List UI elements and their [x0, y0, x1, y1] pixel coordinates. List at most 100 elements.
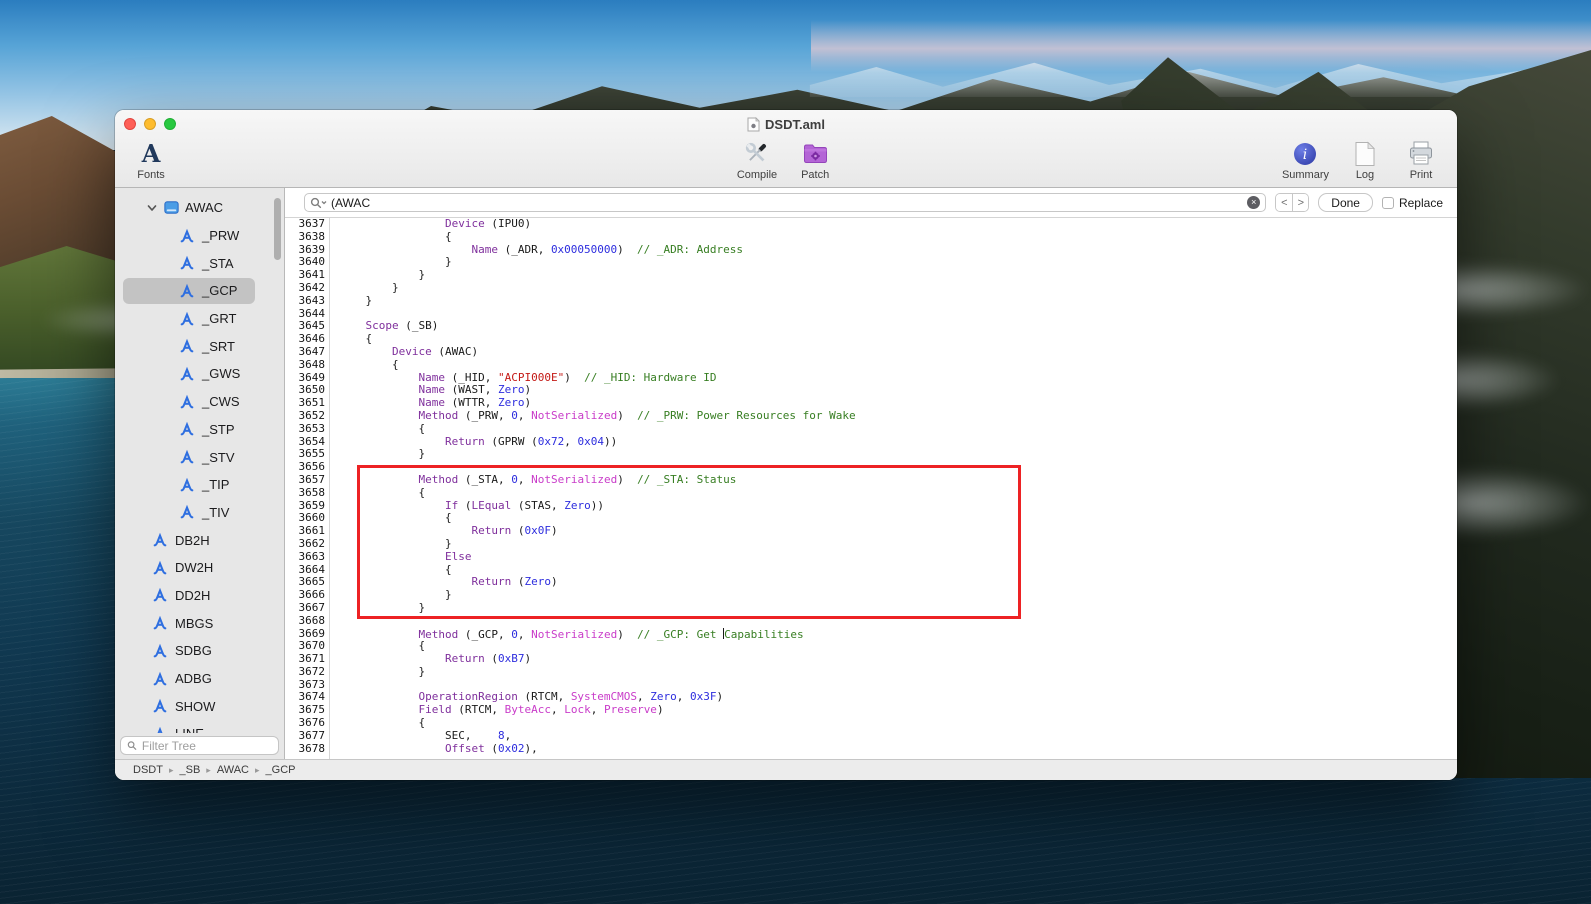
- code-line-3654[interactable]: Return (GPRW (0x72, 0x04)): [339, 436, 1457, 449]
- chevron-down-icon[interactable]: [146, 202, 158, 214]
- code-line-3672[interactable]: }: [339, 666, 1457, 679]
- tree-item-_SRT[interactable]: _SRT: [115, 332, 284, 360]
- code-line-3642[interactable]: }: [339, 282, 1457, 295]
- tree-item-LINE[interactable]: LINE: [115, 720, 284, 733]
- tree-item-_PRW[interactable]: _PRW: [115, 222, 284, 250]
- code-line-3662[interactable]: }: [339, 538, 1457, 551]
- print-icon: [1408, 141, 1434, 166]
- code-line-3655[interactable]: }: [339, 448, 1457, 461]
- patch-button[interactable]: Patch: [795, 139, 835, 181]
- breadcrumb-separator-icon: ▸: [206, 765, 211, 776]
- tree-item-DB2H[interactable]: DB2H: [115, 526, 284, 554]
- log-button[interactable]: Log: [1345, 139, 1385, 181]
- tree-item-_STA[interactable]: _STA: [115, 249, 284, 277]
- code-line-3669[interactable]: Method (_GCP, 0, NotSerialized) // _GCP:…: [339, 628, 1457, 641]
- method-icon: [179, 283, 195, 299]
- search-icon[interactable]: [310, 197, 327, 209]
- tree-item-DW2H[interactable]: DW2H: [115, 554, 284, 582]
- code-line-3640[interactable]: }: [339, 256, 1457, 269]
- find-previous-button[interactable]: <: [1276, 194, 1292, 211]
- method-icon: [179, 255, 195, 271]
- line-number: 3672: [285, 666, 329, 679]
- document-icon: [747, 117, 760, 132]
- method-icon: [179, 504, 195, 520]
- code-lines[interactable]: Device (IPU0) { Name (_ADR, 0x00050000) …: [330, 218, 1457, 759]
- tree-item-DD2H[interactable]: DD2H: [115, 582, 284, 610]
- code-line-3663[interactable]: Else: [339, 551, 1457, 564]
- code-line-3657[interactable]: Method (_STA, 0, NotSerialized) // _STA:…: [339, 474, 1457, 487]
- breadcrumb-item-AWAC[interactable]: AWAC: [217, 764, 249, 776]
- tree-item-_GCP[interactable]: _GCP: [115, 277, 284, 305]
- code-line-3647[interactable]: Device (AWAC): [339, 346, 1457, 359]
- tree-item-_GRT[interactable]: _GRT: [115, 305, 284, 333]
- code-line-3661[interactable]: Return (0x0F): [339, 525, 1457, 538]
- tree-item-label: DD2H: [175, 588, 210, 603]
- done-button[interactable]: Done: [1318, 193, 1373, 212]
- replace-label: Replace: [1399, 196, 1443, 210]
- method-icon: [152, 643, 168, 659]
- find-next-button[interactable]: >: [1292, 194, 1308, 211]
- code-line-3675[interactable]: Field (RTCM, ByteAcc, Lock, Preserve): [339, 704, 1457, 717]
- compile-button[interactable]: Compile: [737, 139, 777, 181]
- code-line-3678[interactable]: Offset (0x02),: [339, 743, 1457, 756]
- tree-item-_STP[interactable]: _STP: [115, 416, 284, 444]
- line-number: 3638: [285, 231, 329, 244]
- filter-tree-input[interactable]: [142, 739, 272, 753]
- tree-item-SDBG[interactable]: SDBG: [115, 637, 284, 665]
- code-line-3645[interactable]: Scope (_SB): [339, 320, 1457, 333]
- line-number: 3647: [285, 346, 329, 359]
- code-line-3668[interactable]: [339, 615, 1457, 628]
- find-bar: × < > Done Replace: [285, 188, 1457, 218]
- search-field[interactable]: ×: [304, 193, 1266, 212]
- tree-item-_STV[interactable]: _STV: [115, 443, 284, 471]
- code-line-3643[interactable]: }: [339, 295, 1457, 308]
- code-line-3641[interactable]: }: [339, 269, 1457, 282]
- code-line-3637[interactable]: Device (IPU0): [339, 218, 1457, 231]
- tree-item-MBGS[interactable]: MBGS: [115, 609, 284, 637]
- clear-search-icon[interactable]: ×: [1247, 196, 1260, 209]
- code-line-3652[interactable]: Method (_PRW, 0, NotSerialized) // _PRW:…: [339, 410, 1457, 423]
- tree-item-label: _STA: [202, 256, 234, 271]
- code-line-3671[interactable]: Return (0xB7): [339, 653, 1457, 666]
- window-title: DSDT.aml: [765, 117, 825, 132]
- svg-text:i: i: [1303, 147, 1307, 163]
- code-line-3665[interactable]: Return (Zero): [339, 576, 1457, 589]
- code-line-3639[interactable]: Name (_ADR, 0x00050000) // _ADR: Address: [339, 244, 1457, 257]
- replace-checkbox[interactable]: [1382, 197, 1394, 209]
- line-number: 3637: [285, 218, 329, 231]
- code-line-3666[interactable]: }: [339, 589, 1457, 602]
- tree-item-_TIP[interactable]: _TIP: [115, 471, 284, 499]
- breadcrumb-item-_SB[interactable]: _SB: [179, 764, 200, 776]
- code-line-3644[interactable]: [339, 308, 1457, 321]
- sidebar: AWAC _PRW _STA _GCP_GRT_SRT_GWS_CWS _STP _ST…: [115, 188, 285, 759]
- tree-item-label: _STP: [202, 422, 235, 437]
- method-icon: [179, 338, 195, 354]
- code-line-3646[interactable]: {: [339, 333, 1457, 346]
- tree-item-label: _TIP: [202, 477, 229, 492]
- summary-button[interactable]: i Summary: [1282, 139, 1329, 181]
- replace-option[interactable]: Replace: [1382, 196, 1443, 210]
- tree-item-_CWS[interactable]: _CWS: [115, 388, 284, 416]
- code-line-3659[interactable]: If (LEqual (STAS, Zero)): [339, 500, 1457, 513]
- tree-item-ADBG[interactable]: ADBG: [115, 665, 284, 693]
- code-line-3667[interactable]: }: [339, 602, 1457, 615]
- tree-item-_TIV[interactable]: _TIV: [115, 499, 284, 527]
- breadcrumb-item-_GCP[interactable]: _GCP: [266, 764, 296, 776]
- tree-item-label: ADBG: [175, 671, 212, 686]
- fonts-button[interactable]: A Fonts: [131, 139, 171, 181]
- tree-item-label: DW2H: [175, 560, 213, 575]
- filter-tree-field[interactable]: [120, 736, 279, 755]
- tree-item-label: AWAC: [185, 200, 223, 215]
- line-number: 3658: [285, 487, 329, 500]
- code-editor[interactable]: 3637363836393640364136423643364436453646…: [285, 218, 1457, 759]
- tree-item-_GWS[interactable]: _GWS: [115, 360, 284, 388]
- titlebar[interactable]: DSDT.aml: [115, 110, 1457, 138]
- line-number-gutter: 3637363836393640364136423643364436453646…: [285, 218, 330, 759]
- search-input[interactable]: [331, 196, 1243, 210]
- tree-item-SHOW[interactable]: SHOW: [115, 692, 284, 720]
- tree-item-AWAC[interactable]: AWAC: [115, 194, 284, 222]
- summary-icon: i: [1293, 142, 1317, 166]
- print-button[interactable]: Print: [1401, 139, 1441, 181]
- breadcrumb-item-DSDT[interactable]: DSDT: [133, 764, 163, 776]
- sidebar-scrollbar[interactable]: [274, 198, 281, 260]
